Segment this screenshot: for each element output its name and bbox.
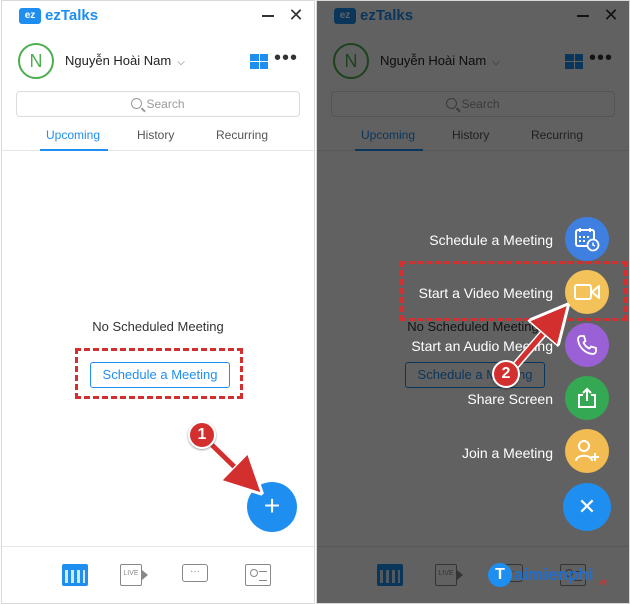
arrow-step-1 xyxy=(210,443,252,484)
step-badge-2: 2 xyxy=(492,360,520,388)
annotation-arrows xyxy=(208,0,630,604)
arrow-step-2 xyxy=(514,315,559,367)
step-badge-1: 1 xyxy=(188,421,216,449)
tutorial-screenshot: ez ezTalks ✕ N Nguyễn Hoài Nam ⌵ ••• Sear… xyxy=(0,0,630,604)
watermark-logo: Taimienphi .vn xyxy=(488,563,608,587)
